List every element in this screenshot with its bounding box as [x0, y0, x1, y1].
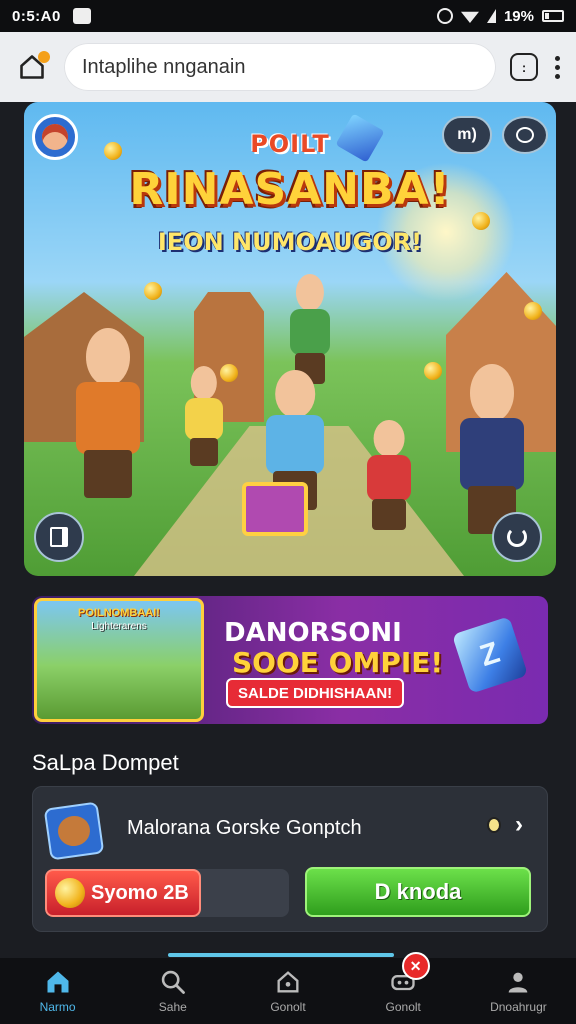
- balance-bar: Syomo 2B: [45, 869, 289, 917]
- promo-thumb-subtitle: Lighterarens: [91, 621, 147, 632]
- status-indicators: 19%: [436, 7, 564, 25]
- wifi-icon: [460, 11, 479, 23]
- sound-label: m): [457, 126, 477, 143]
- notification-badge-icon: ✕: [401, 952, 430, 980]
- notification-dot: [38, 51, 50, 63]
- address-bar[interactable]: Intaplihe nnganain: [64, 43, 496, 91]
- chevron-right-icon[interactable]: ›: [515, 811, 523, 839]
- house-icon: [277, 971, 299, 993]
- chat-button[interactable]: [502, 116, 548, 154]
- hero-character: [278, 274, 342, 384]
- battery-percent: 19%: [503, 7, 534, 25]
- player-avatar[interactable]: [32, 114, 78, 160]
- nav-label: Gonolt: [385, 1000, 421, 1014]
- nav-label: Gonolt: [270, 1000, 306, 1014]
- signal-icon: [486, 9, 496, 23]
- game-icon-face: [56, 813, 92, 849]
- gem-icon: Z: [451, 616, 529, 694]
- bottom-navigation: Narmo Sahe Gonolt ✕ Gonolt Dnoahrugr: [0, 952, 576, 1024]
- tabs-icon: :: [521, 59, 527, 75]
- nav-item-profile[interactable]: Dnoahrugr: [461, 958, 576, 1024]
- battery-icon: [542, 10, 564, 22]
- scroll-indicator: [168, 953, 394, 957]
- status-time: 0:5:A0: [12, 7, 61, 25]
- nav-item-games[interactable]: ✕ Gonolt: [346, 952, 461, 1024]
- section-title: SaLpa Dompet: [32, 750, 179, 775]
- home-icon: [47, 971, 69, 993]
- promo-line-1: DANORSONI: [224, 618, 402, 648]
- hero-character: [354, 420, 424, 530]
- balance-label: Syomo 2B: [91, 881, 189, 904]
- nav-item-home[interactable]: Narmo: [0, 958, 115, 1024]
- refresh-icon: [507, 527, 527, 547]
- overflow-menu-button[interactable]: [552, 55, 562, 79]
- alarm-icon: [436, 8, 453, 24]
- nav-label: Dnoahrugr: [490, 1000, 547, 1014]
- promo-banner[interactable]: POILNOMBAAI! Lighterarens DANORSONI SOOE…: [32, 596, 548, 724]
- promo-line-2: SOOE OMPIE!: [232, 646, 444, 679]
- menu-dot: [554, 64, 560, 70]
- action-button[interactable]: D knoda: [305, 867, 531, 917]
- notification-icon: [72, 8, 91, 24]
- promo-badge: SALDE DIDHISHAAN!: [226, 678, 405, 708]
- menu-dot: [554, 55, 560, 61]
- coin-icon: [144, 282, 162, 300]
- sound-toggle-button[interactable]: m): [442, 116, 492, 154]
- avatar-face-icon: [42, 124, 68, 150]
- search-icon: [161, 970, 185, 994]
- coin-icon: [424, 362, 442, 380]
- info-icon: [487, 817, 501, 833]
- hero-title: RINASANBA!: [129, 164, 451, 215]
- hero-banner[interactable]: POILT RINASANBA! IEON NUMOAUGOR! m): [24, 102, 556, 576]
- game-icon: [43, 801, 105, 861]
- chat-icon: [516, 127, 534, 143]
- url-text: Intaplihe nnganain: [82, 55, 246, 78]
- wallet-card-title: Malorana Gorske Gonptch: [127, 817, 362, 839]
- promo-thumb-title: POILNOMBAAI!: [78, 607, 160, 619]
- home-button[interactable]: [14, 49, 50, 85]
- nav-label: Sahe: [158, 1000, 187, 1014]
- nav-label: Narmo: [39, 1000, 76, 1014]
- status-bar: 0:5:A0 19%: [0, 0, 576, 32]
- hero-character: [442, 364, 542, 534]
- tabs-button[interactable]: :: [510, 53, 538, 81]
- gem-letter: Z: [476, 636, 504, 674]
- browser-toolbar: Intaplihe nnganain :: [0, 32, 576, 102]
- refresh-button[interactable]: [492, 512, 542, 562]
- book-icon: [50, 527, 68, 547]
- promo-thumbnail: POILNOMBAAI! Lighterarens: [34, 598, 204, 722]
- balance-fill: Syomo 2B: [45, 869, 201, 917]
- user-icon: [509, 972, 528, 993]
- menu-dot: [554, 73, 560, 79]
- hero-subtitle: IEON NUMOAUGOR!: [157, 228, 423, 256]
- hero-character: [58, 328, 158, 498]
- coin-icon: [220, 364, 238, 382]
- coin-icon: [524, 302, 542, 320]
- nav-item-search[interactable]: Sahe: [115, 958, 230, 1024]
- nav-item-house[interactable]: Gonolt: [230, 958, 345, 1024]
- wallet-card: Malorana Gorske Gonptch › Syomo 2B D kno…: [32, 786, 548, 932]
- treasure-chest: [242, 482, 308, 536]
- book-button[interactable]: [34, 512, 84, 562]
- coin-icon: [55, 878, 85, 908]
